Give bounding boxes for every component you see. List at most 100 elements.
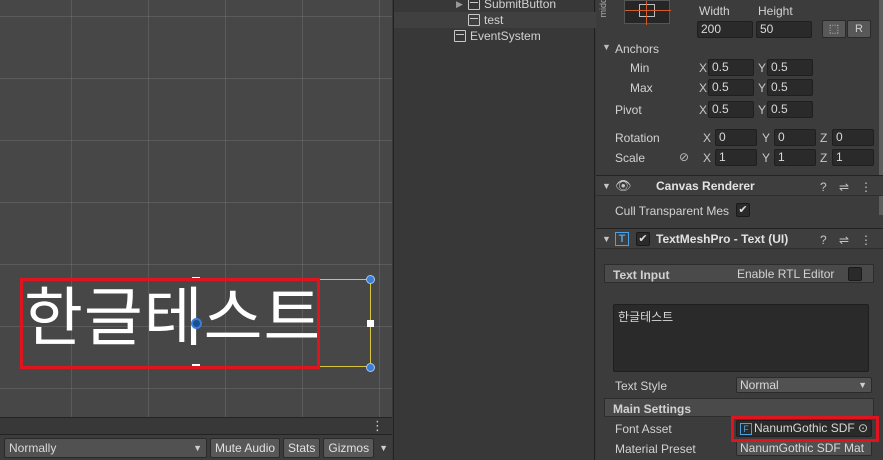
- scale-z-field[interactable]: 1: [832, 149, 874, 166]
- right-resize-handle[interactable]: [367, 320, 374, 327]
- gameobject-icon: [468, 0, 480, 10]
- pivot-y-field[interactable]: 0.5: [767, 101, 813, 118]
- presets-icon[interactable]: ⇌: [839, 180, 849, 194]
- rotation-y-field[interactable]: 0: [774, 129, 816, 146]
- anchor-preset-label: midd: [598, 0, 608, 18]
- axis-x-label: X: [699, 81, 708, 95]
- game-view-toolbar: Normally ▼ Mute Audio Stats Gizmos ▼: [0, 434, 392, 460]
- expand-arrow-icon[interactable]: ▶: [456, 0, 464, 12]
- height-field[interactable]: 50: [756, 21, 812, 38]
- anchor-max-x-field[interactable]: 0.5: [708, 79, 754, 96]
- anchors-foldout-icon[interactable]: ▼: [602, 42, 611, 52]
- text-input-area[interactable]: 한글테스트: [613, 304, 869, 372]
- anchors-max-label: Max: [630, 81, 653, 95]
- hierarchy-panel: ▶ SubmitButton test EventSystem: [393, 0, 596, 460]
- material-preset-value: NanumGothic SDF Mat: [740, 441, 865, 455]
- presets-icon[interactable]: ⇌: [839, 233, 849, 247]
- anchor-min-y-field[interactable]: 0.5: [767, 59, 813, 76]
- top-right-anchor-handle[interactable]: [366, 275, 375, 284]
- canvas-renderer-header[interactable]: ▼ 👁 Canvas Renderer ? ⇌ ⋮: [596, 175, 883, 196]
- hierarchy-item-test[interactable]: test: [468, 12, 503, 28]
- rotation-z-field[interactable]: 0: [832, 129, 874, 146]
- gizmos-dropdown-icon[interactable]: ▼: [379, 443, 388, 453]
- anchor-max-y-field[interactable]: 0.5: [767, 79, 813, 96]
- hierarchy-item-submitbutton[interactable]: ▶ SubmitButton: [456, 0, 556, 12]
- mute-audio-button[interactable]: Mute Audio: [210, 437, 281, 458]
- pivot-label: Pivot: [615, 103, 642, 117]
- canvas-renderer-title: Canvas Renderer: [656, 179, 755, 193]
- text-style-label: Text Style: [615, 379, 668, 393]
- textmeshpro-icon: T: [615, 232, 629, 246]
- more-options-icon[interactable]: ⋮: [371, 419, 384, 433]
- axis-z-label: Z: [820, 131, 828, 145]
- anchor-cross-vertical: [646, 1, 647, 25]
- rotation-x-field[interactable]: 0: [715, 129, 757, 146]
- scale-mode-dropdown[interactable]: Normally ▼: [4, 437, 207, 458]
- hierarchy-item-label: EventSystem: [470, 29, 541, 43]
- context-menu-icon[interactable]: ⋮: [860, 180, 872, 194]
- raw-edit-button[interactable]: R: [847, 20, 871, 38]
- scale-label: Scale: [615, 151, 646, 165]
- component-enabled-checkbox[interactable]: ✔: [636, 232, 650, 246]
- main-settings-section: Main Settings: [604, 398, 874, 417]
- axis-y-label: Y: [758, 81, 767, 95]
- gizmos-button[interactable]: Gizmos: [323, 437, 375, 458]
- help-icon[interactable]: ?: [820, 180, 827, 194]
- scale-x-field[interactable]: 1: [715, 149, 757, 166]
- game-view-tabbar: ⋮: [0, 417, 392, 434]
- highlight-box-text: [20, 278, 320, 369]
- gameobject-icon: [454, 30, 466, 42]
- font-asset-label: Font Asset: [615, 422, 672, 436]
- material-preset-dropdown[interactable]: NanumGothic SDF Mat: [736, 440, 872, 456]
- foldout-arrow-icon[interactable]: ▼: [602, 181, 611, 191]
- axis-y-label: Y: [762, 131, 771, 145]
- axis-x-label: X: [699, 61, 708, 75]
- bottom-right-anchor-handle[interactable]: [366, 363, 375, 372]
- textmeshpro-title: TextMeshPro - Text (UI): [656, 232, 789, 246]
- anchor-presets-button[interactable]: [624, 0, 671, 25]
- anchor-cross-horizontal: [625, 10, 671, 11]
- axis-y-label: Y: [758, 61, 767, 75]
- cull-transparent-label: Cull Transparent Mes: [615, 204, 730, 218]
- scale-y-field[interactable]: 1: [774, 149, 816, 166]
- width-field[interactable]: 200: [697, 21, 753, 38]
- axis-x-label: X: [699, 103, 708, 117]
- chevron-down-icon: ▼: [193, 442, 202, 453]
- gizmos-label: Gizmos: [328, 440, 370, 455]
- stats-button[interactable]: Stats: [283, 437, 321, 458]
- material-preset-label: Material Preset: [615, 442, 696, 456]
- text-style-value: Normal: [740, 378, 779, 392]
- gameobject-icon: [468, 14, 480, 26]
- blueprint-mode-button[interactable]: ⬚: [822, 20, 846, 38]
- scale-mode-value: Normally: [9, 440, 57, 455]
- main-settings-label: Main Settings: [613, 402, 692, 416]
- textmeshpro-header[interactable]: ▼ T ✔ TextMeshPro - Text (UI) ? ⇌ ⋮: [596, 228, 883, 249]
- axis-x-label: X: [703, 131, 712, 145]
- rtl-editor-checkbox[interactable]: [848, 267, 862, 281]
- anchor-min-x-field[interactable]: 0.5: [708, 59, 754, 76]
- cull-transparent-checkbox[interactable]: ✔: [736, 203, 750, 217]
- scene-view[interactable]: 한글테스트: [0, 0, 392, 417]
- hierarchy-item-eventsystem[interactable]: EventSystem: [454, 28, 541, 44]
- highlight-box-font-asset: [731, 416, 879, 442]
- height-label: Height: [758, 4, 793, 18]
- eye-icon: 👁: [615, 178, 632, 193]
- constrain-proportions-icon[interactable]: ⊘: [679, 150, 689, 164]
- text-input-label: Text Input: [613, 268, 670, 282]
- axis-x-label: X: [703, 151, 712, 165]
- text-input-section: Text Input Enable RTL Editor: [604, 264, 874, 283]
- help-icon[interactable]: ?: [820, 233, 827, 247]
- foldout-arrow-icon[interactable]: ▼: [602, 234, 611, 244]
- axis-y-label: Y: [762, 151, 771, 165]
- axis-z-label: Z: [820, 151, 828, 165]
- hierarchy-item-label: SubmitButton: [484, 0, 557, 11]
- inspector-panel: midd Width Height 200 50 ⬚ R ▼ Anchors M…: [596, 0, 883, 460]
- anchors-min-label: Min: [630, 61, 650, 75]
- context-menu-icon[interactable]: ⋮: [860, 233, 872, 247]
- width-label: Width: [699, 4, 730, 18]
- chevron-down-icon: ▼: [858, 380, 867, 390]
- pivot-x-field[interactable]: 0.5: [708, 101, 754, 118]
- text-style-dropdown[interactable]: Normal ▼: [736, 377, 872, 393]
- anchors-label: Anchors: [615, 42, 660, 56]
- axis-y-label: Y: [758, 103, 767, 117]
